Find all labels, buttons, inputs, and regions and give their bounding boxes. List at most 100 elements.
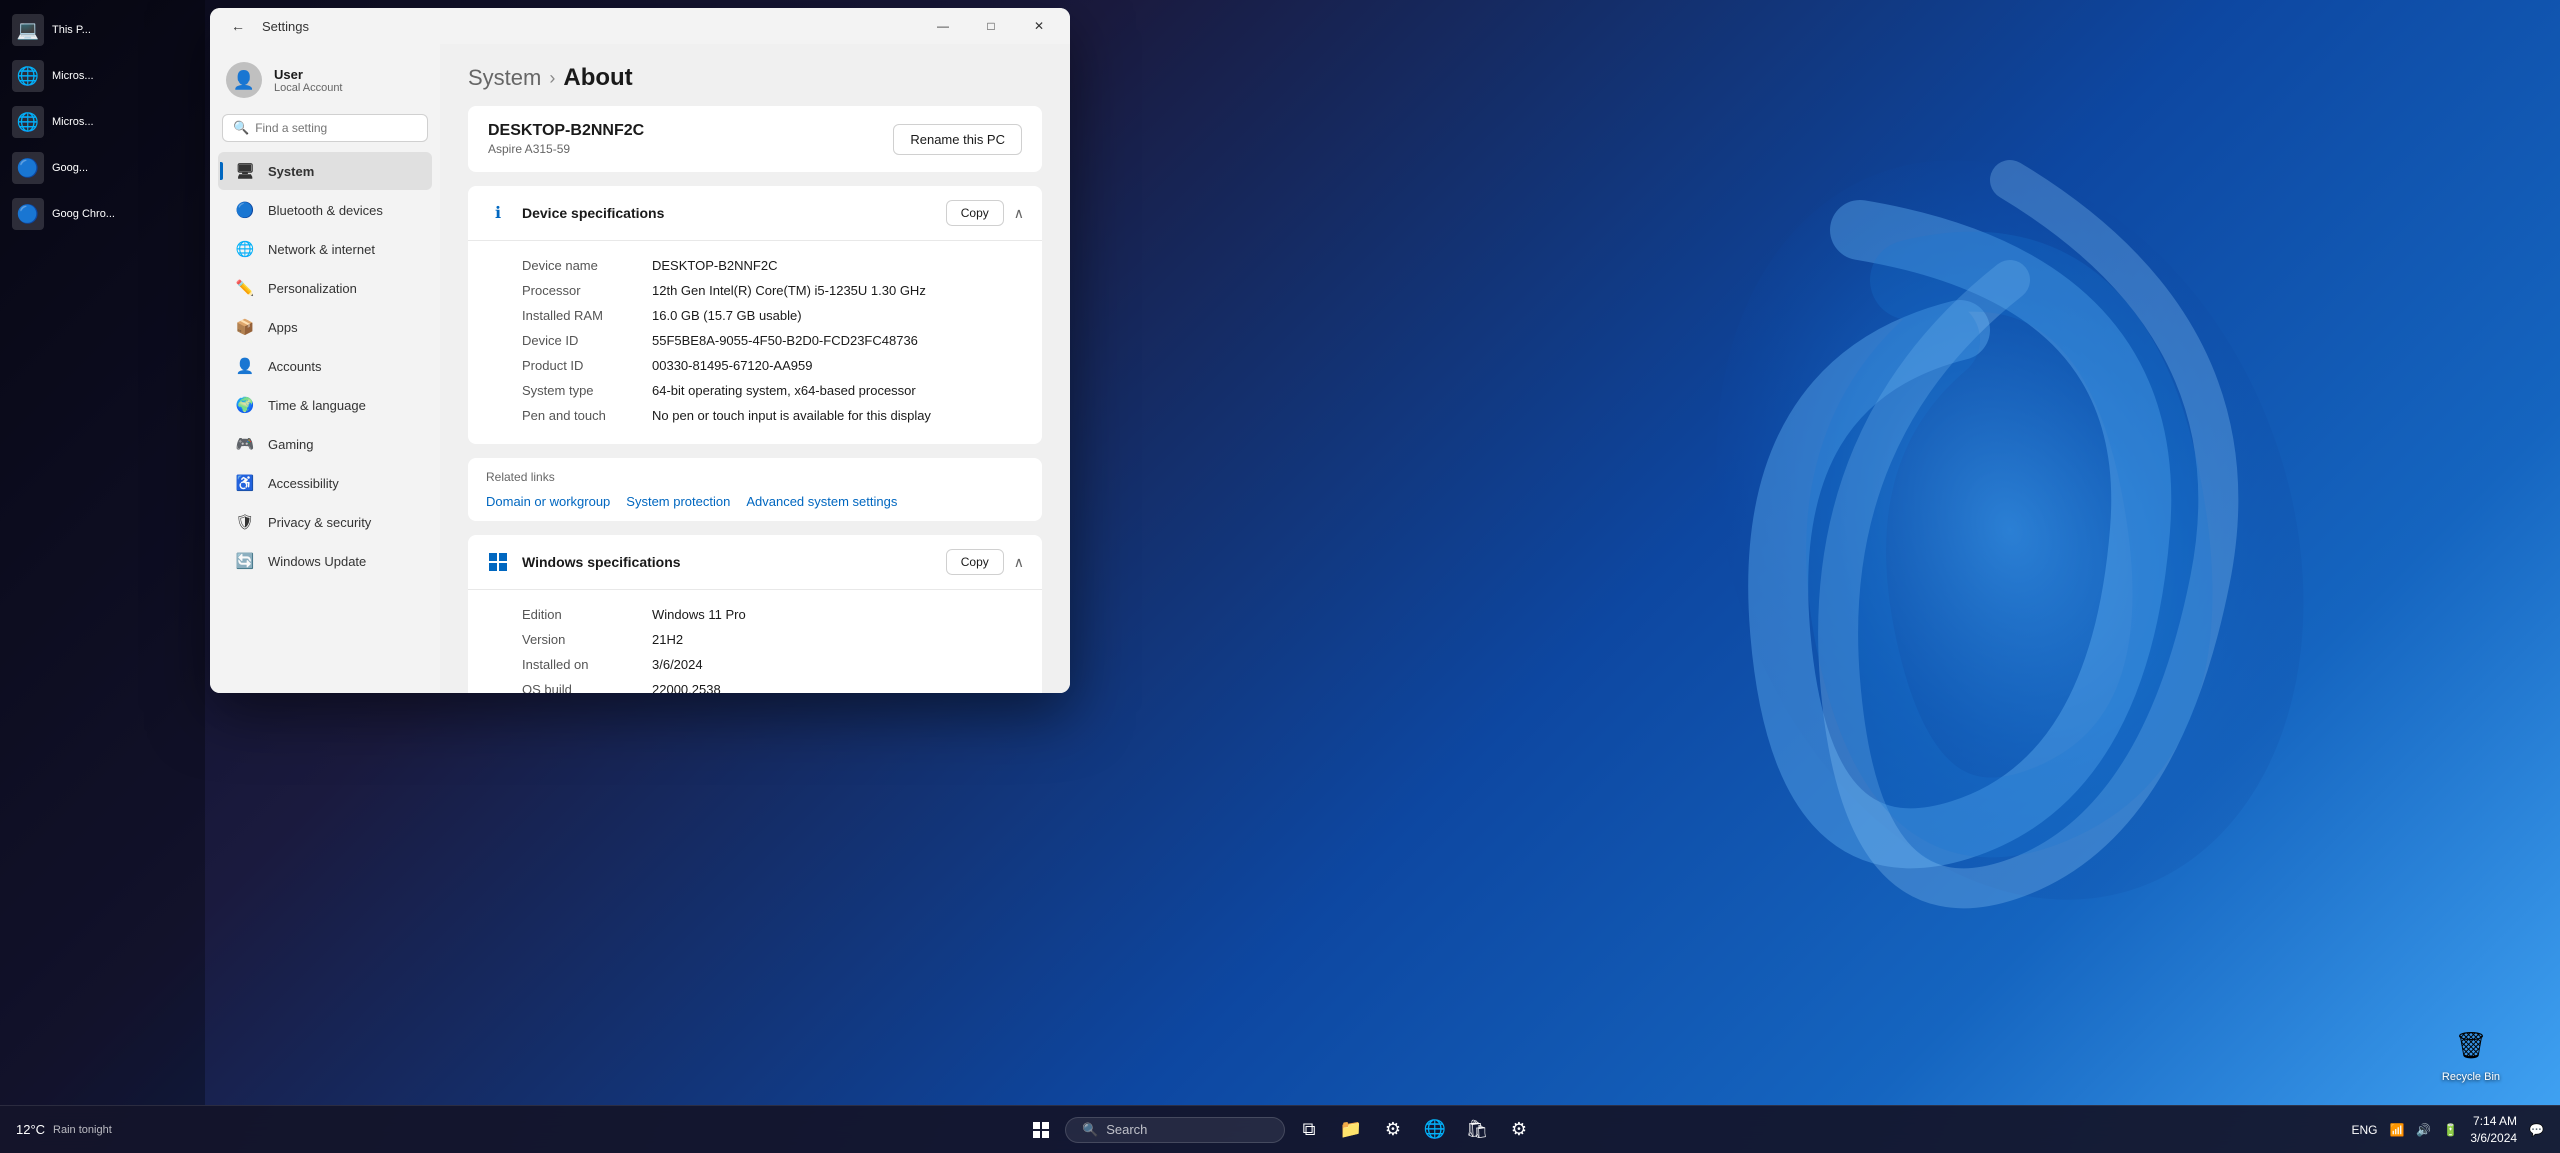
personalization-icon: ✏️: [234, 277, 256, 299]
edge2-label: Micros...: [52, 116, 94, 128]
spec-value-os-build: 22000.2538: [652, 682, 721, 693]
windows-specs-copy-button[interactable]: Copy: [946, 549, 1004, 575]
nav-item-network[interactable]: 🌐 Network & internet: [218, 230, 432, 268]
main-content: System › About DESKTOP-B2NNF2C Aspire A3…: [440, 44, 1070, 693]
user-profile[interactable]: 👤 User Local Account: [210, 52, 440, 114]
spec-label-product-id: Product ID: [522, 358, 652, 373]
nav-item-apps[interactable]: 📦 Apps: [218, 308, 432, 346]
recycle-bin[interactable]: 🗑 Recycle Bin: [2442, 1023, 2500, 1083]
spec-label-processor: Processor: [522, 283, 652, 298]
recycle-bin-icon: 🗑: [2449, 1023, 2493, 1067]
accounts-label: Accounts: [268, 359, 321, 374]
device-specs-chevron: ∧: [1014, 205, 1024, 222]
desktop-icon-thispc[interactable]: 💻 This P...: [4, 8, 201, 52]
windows-specs-card: Windows specifications Copy ∧ Edition Wi…: [468, 535, 1042, 693]
device-specs-copy-button[interactable]: Copy: [946, 200, 1004, 226]
taskview-button[interactable]: ⧉: [1291, 1112, 1327, 1148]
spec-value-processor: 12th Gen Intel(R) Core(TM) i5-1235U 1.30…: [652, 283, 926, 298]
minimize-button[interactable]: —: [920, 10, 966, 42]
spec-row-device-id: Device ID 55F5BE8A-9055-4F50-B2D0-FCD23F…: [522, 328, 1024, 353]
spec-row-system-type: System type 64-bit operating system, x64…: [522, 378, 1024, 403]
chrome2-icon: 🔵: [12, 198, 44, 230]
search-box[interactable]: 🔍: [222, 114, 428, 142]
nav-item-windows-update[interactable]: 🔄 Windows Update: [218, 542, 432, 580]
spec-row-version: Version 21H2: [522, 627, 1024, 652]
spec-value-edition: Windows 11 Pro: [652, 607, 746, 622]
back-button[interactable]: ←: [224, 12, 252, 40]
close-button[interactable]: ✕: [1016, 10, 1062, 42]
taskbar-search-label: Search: [1106, 1122, 1147, 1137]
desktop-icon-chrome[interactable]: 🔵 Goog...: [4, 146, 201, 190]
spec-row-pen-touch: Pen and touch No pen or touch input is a…: [522, 403, 1024, 428]
thispc-icon: 💻: [12, 14, 44, 46]
spec-label-ram: Installed RAM: [522, 308, 652, 323]
desktop-icon-edge2[interactable]: 🌐 Micros...: [4, 100, 201, 144]
volume-icon: 🔊: [2416, 1123, 2431, 1137]
taskbar-search[interactable]: 🔍 Search: [1065, 1117, 1285, 1143]
spec-label-os-build: OS build: [522, 682, 652, 693]
spec-row-processor: Processor 12th Gen Intel(R) Core(TM) i5-…: [522, 278, 1024, 303]
nav-item-privacy[interactable]: 🛡 Privacy & security: [218, 503, 432, 541]
spec-value-device-name: DESKTOP-B2NNF2C: [652, 258, 777, 273]
avatar: 👤: [226, 62, 262, 98]
window-body: 👤 User Local Account 🔍 🖥 System 🔵 Blueto…: [210, 44, 1070, 693]
gaming-icon: 🎮: [234, 433, 256, 455]
nav-item-bluetooth[interactable]: 🔵 Bluetooth & devices: [218, 191, 432, 229]
spec-value-product-id: 00330-81495-67120-AA959: [652, 358, 812, 373]
taskbar-search-icon: 🔍: [1082, 1122, 1098, 1138]
windows-specs-icon: [486, 550, 510, 574]
breadcrumb-parent: System: [468, 65, 541, 91]
edge-label: Micros...: [52, 70, 94, 82]
taskbar-edge-icon[interactable]: 🌐: [1417, 1112, 1453, 1148]
time-display[interactable]: 7:14 AM 3/6/2024: [2470, 1113, 2517, 1147]
taskbar-settings-icon[interactable]: ⚙: [1375, 1112, 1411, 1148]
spec-row-device-name: Device name DESKTOP-B2NNF2C: [522, 253, 1024, 278]
notification-icon[interactable]: 💬: [2529, 1123, 2544, 1137]
battery-icon: 🔋: [2443, 1123, 2458, 1137]
nav-item-accounts[interactable]: 👤 Accounts: [218, 347, 432, 385]
taskbar-time: 7:14 AM: [2470, 1113, 2517, 1130]
time-label: Time & language: [268, 398, 366, 413]
start-button[interactable]: [1023, 1112, 1059, 1148]
rename-pc-button[interactable]: Rename this PC: [893, 124, 1022, 155]
windows-specs-header[interactable]: Windows specifications Copy ∧: [468, 535, 1042, 590]
link-advanced-settings[interactable]: Advanced system settings: [746, 494, 897, 509]
maximize-button[interactable]: □: [968, 10, 1014, 42]
link-system-protection[interactable]: System protection: [626, 494, 730, 509]
taskbar-weather-sub: Rain tonight: [53, 1124, 112, 1136]
desktop-icon-edge[interactable]: 🌐 Micros...: [4, 54, 201, 98]
user-name: User: [274, 67, 343, 82]
device-specs-icon: ℹ: [486, 201, 510, 225]
spec-value-installed-on: 3/6/2024: [652, 657, 703, 672]
privacy-icon: 🛡: [234, 511, 256, 533]
taskbar-extra-icon[interactable]: ⚙: [1501, 1112, 1537, 1148]
spec-value-version: 21H2: [652, 632, 683, 647]
spec-label-version: Version: [522, 632, 652, 647]
nav-item-time[interactable]: 🌍 Time & language: [218, 386, 432, 424]
taskbar-store-icon[interactable]: 🛍: [1459, 1112, 1495, 1148]
nav-item-system[interactable]: 🖥 System: [218, 152, 432, 190]
spec-row-product-id: Product ID 00330-81495-67120-AA959: [522, 353, 1024, 378]
pc-model: Aspire A315-59: [488, 142, 644, 156]
user-info: User Local Account: [274, 67, 343, 94]
user-account-type: Local Account: [274, 82, 343, 94]
nav-item-accessibility[interactable]: ♿ Accessibility: [218, 464, 432, 502]
privacy-label: Privacy & security: [268, 515, 371, 530]
spec-label-system-type: System type: [522, 383, 652, 398]
taskbar-center: 🔍 Search ⧉ 📁 ⚙ 🌐 🛍 ⚙: [1023, 1112, 1537, 1148]
file-explorer-button[interactable]: 📁: [1333, 1112, 1369, 1148]
taskbar: 12°C Rain tonight 🔍 Search ⧉ 📁 ⚙ 🌐 🛍 ⚙ E…: [0, 1105, 2560, 1153]
nav-item-gaming[interactable]: 🎮 Gaming: [218, 425, 432, 463]
windows-update-icon: 🔄: [234, 550, 256, 572]
device-specs-header[interactable]: ℹ Device specifications Copy ∧: [468, 186, 1042, 241]
edge2-icon: 🌐: [12, 106, 44, 138]
desktop-icon-chrome2[interactable]: 🔵 Goog Chro...: [4, 192, 201, 236]
nav-item-personalization[interactable]: ✏️ Personalization: [218, 269, 432, 307]
link-domain-workgroup[interactable]: Domain or workgroup: [486, 494, 610, 509]
recycle-bin-label: Recycle Bin: [2442, 1071, 2500, 1083]
chrome2-label: Goog Chro...: [52, 208, 115, 220]
win-section-header-right: Copy ∧: [946, 549, 1024, 575]
chrome-icon: 🔵: [12, 152, 44, 184]
taskbar-date: 3/6/2024: [2470, 1130, 2517, 1147]
search-input[interactable]: [255, 121, 417, 135]
